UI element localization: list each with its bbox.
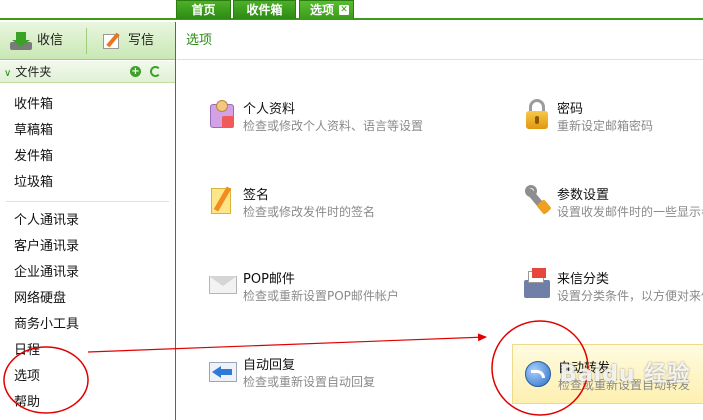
tab-options-label: 选项 [310, 3, 335, 17]
watermark-logo: Baidu 经验 [560, 362, 691, 387]
divider [6, 201, 169, 202]
sidebar-item-trash[interactable]: 垃圾箱 [0, 170, 175, 196]
option-desc: 设置分类条件，以方便对来信 [557, 289, 703, 303]
tab-options[interactable]: 选项 ✕ [299, 0, 354, 19]
tab-inbox[interactable]: 收件箱 [233, 0, 296, 19]
filter-icon [522, 268, 552, 302]
write-mail-button[interactable]: 写信 [86, 28, 170, 54]
add-folder-icon[interactable]: + [130, 66, 141, 77]
action-bar: 收信 写信 [0, 22, 175, 60]
receive-mail-button[interactable]: 收信 [10, 28, 80, 54]
option-desc: 重新设定邮箱密码 [557, 119, 654, 133]
close-icon[interactable]: ✕ [339, 5, 349, 15]
lock-icon [522, 98, 552, 132]
option-desc: 设置收发邮件时的一些显示参 [557, 205, 703, 219]
sidebar-item-network-disk[interactable]: 网络硬盘 [0, 286, 175, 312]
compose-icon [103, 32, 123, 50]
option-title[interactable]: POP邮件 [243, 268, 295, 287]
option-title[interactable]: 来信分类 [557, 268, 609, 287]
folder-header-label: 文件夹 [15, 65, 52, 79]
option-title[interactable]: 密码 [557, 98, 583, 117]
forward-icon [523, 357, 553, 391]
sidebar-item-company-contacts[interactable]: 企业通讯录 [0, 260, 175, 286]
sidebar-item-drafts[interactable]: 草稿箱 [0, 118, 175, 144]
sidebar-item-options[interactable]: 选项 [0, 364, 175, 390]
chevron-down-icon: ∨ [4, 68, 12, 79]
sidebar-item-personal-contacts[interactable]: 个人通讯录 [0, 208, 175, 234]
option-desc: 检查或修改个人资料、语言等设置 [243, 119, 424, 133]
page-title: 选项 [177, 22, 703, 60]
sidebar-item-calendar[interactable]: 日程 [0, 338, 175, 364]
tab-home[interactable]: 首页 [176, 0, 231, 19]
sidebar: 收信 写信 ∨ 文件夹 + 收件箱 草稿箱 发件箱 垃圾箱 个人通讯录 客户通讯录… [0, 22, 176, 420]
wrench-icon [522, 184, 552, 218]
receive-mail-label: 收信 [37, 33, 64, 48]
sidebar-item-help[interactable]: 帮助 [0, 390, 175, 416]
top-tab-bar: 首页 收件箱 选项 ✕ [0, 0, 703, 20]
option-title[interactable]: 参数设置 [557, 184, 609, 203]
sidebar-item-inbox[interactable]: 收件箱 [0, 92, 175, 118]
option-desc: 检查或重新设置POP邮件帐户 [243, 289, 399, 303]
tab-home-label: 首页 [191, 3, 216, 17]
option-title[interactable]: 自动回复 [243, 354, 295, 373]
sidebar-item-client-contacts[interactable]: 客户通讯录 [0, 234, 175, 260]
folder-header[interactable]: ∨ 文件夹 + [0, 61, 175, 83]
reply-icon [208, 354, 238, 388]
option-title[interactable]: 个人资料 [243, 98, 295, 117]
sidebar-item-business-tools[interactable]: 商务小工具 [0, 312, 175, 338]
envelope-icon [208, 268, 238, 302]
option-desc: 检查或修改发件时的签名 [243, 205, 376, 219]
nav-list: 收件箱 草稿箱 发件箱 垃圾箱 个人通讯录 客户通讯录 企业通讯录 网络硬盘 商… [0, 92, 175, 416]
profile-icon [208, 98, 238, 132]
sidebar-item-sent[interactable]: 发件箱 [0, 144, 175, 170]
signature-icon [208, 184, 238, 218]
tab-inbox-label: 收件箱 [246, 3, 283, 17]
download-icon [10, 31, 32, 50]
write-mail-label: 写信 [128, 33, 155, 48]
option-title[interactable]: 签名 [243, 184, 269, 203]
option-desc: 检查或重新设置自动回复 [243, 375, 376, 389]
refresh-icon[interactable] [150, 66, 161, 77]
